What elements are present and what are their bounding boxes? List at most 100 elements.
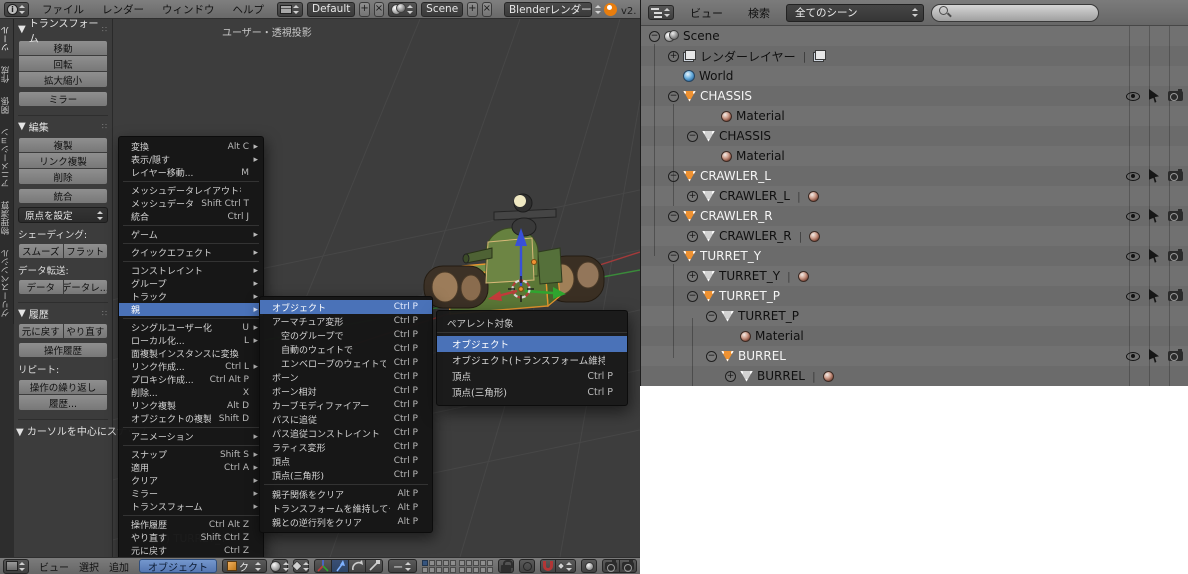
outliner-row-Material[interactable]: Material: [641, 106, 1188, 126]
layer-cell[interactable]: [459, 567, 465, 573]
parent-submenu-item-パスに追従[interactable]: パスに追従Ctrl P: [260, 412, 432, 426]
expand-icon[interactable]: +: [668, 51, 679, 62]
outliner-row-World[interactable]: World: [641, 66, 1188, 86]
tool-shelf-tab-ツール[interactable]: ツール: [0, 19, 14, 59]
object-menu-item-プロキシ作成...[interactable]: プロキシ作成...Ctrl Alt P: [119, 373, 263, 386]
parent-submenu-item-カーブモディファイアー[interactable]: カーブモディファイアーCtrl P: [260, 398, 432, 412]
parent-submenu-item-ボーン相対[interactable]: ボーン相対Ctrl P: [260, 384, 432, 398]
layer-cell[interactable]: [422, 560, 428, 566]
editor-type-button-info[interactable]: i: [4, 2, 29, 17]
outliner-row-レンダーレイヤー[interactable]: +レンダーレイヤー|: [641, 46, 1188, 66]
outliner-row-TURRET_Y[interactable]: +TURRET_Y|: [641, 266, 1188, 286]
selectability-cursor-icon[interactable]: [1149, 349, 1159, 363]
tool-button-統合[interactable]: 統合: [18, 188, 108, 204]
layer-cell[interactable]: [436, 567, 442, 573]
layer-cell[interactable]: [459, 560, 465, 566]
object-menu-item-元に戻す[interactable]: 元に戻すCtrl Z: [119, 544, 263, 557]
selectability-cursor-icon[interactable]: [1149, 89, 1159, 103]
parent-submenu-item-親との逆行列をクリア[interactable]: 親との逆行列をクリアAlt P: [260, 515, 432, 529]
manipulator-rotate-toggle[interactable]: [349, 559, 366, 573]
parent-submenu-item-ラティス変形[interactable]: ラティス変形Ctrl P: [260, 440, 432, 454]
renderability-camera-icon[interactable]: [1168, 91, 1183, 101]
collapse-icon[interactable]: −: [687, 291, 698, 302]
collapse-icon[interactable]: −: [706, 351, 717, 362]
parent-submenu-item-頂点[interactable]: 頂点Ctrl P: [260, 454, 432, 468]
object-menu-item-統合[interactable]: 統合Ctrl J: [119, 210, 263, 223]
outliner-row-TURRET_P[interactable]: −TURRET_P: [641, 286, 1188, 306]
tool-button-やり直す[interactable]: やり直す: [64, 323, 109, 339]
manipulator-toggle[interactable]: [314, 559, 332, 573]
tool-button-複製[interactable]: 複製: [18, 137, 108, 153]
menu-ファイル[interactable]: ファイル: [42, 2, 84, 17]
parent-submenu-item-頂点(三角形)[interactable]: 頂点(三角形)Ctrl P: [260, 468, 432, 482]
object-menu-item-スナップ[interactable]: スナップShift S▸: [119, 448, 263, 461]
view3d-menu-追加[interactable]: 追加: [109, 559, 129, 574]
tool-dropdown-原点を設定[interactable]: 原点を設定: [18, 207, 108, 223]
visibility-eye-icon[interactable]: [1126, 292, 1140, 301]
opengl-render-button[interactable]: [602, 559, 620, 573]
lock-to-scene-button[interactable]: [498, 559, 514, 573]
parent-submenu-item-トランスフォームを維持してクリア[interactable]: トランスフォームを維持してクリアAlt P: [260, 501, 432, 515]
view3d-menu-選択[interactable]: 選択: [79, 559, 99, 574]
visibility-eye-icon[interactable]: [1126, 172, 1140, 181]
parent-submenu-item-ボーン[interactable]: ボーンCtrl P: [260, 370, 432, 384]
outliner-row-Scene[interactable]: −Scene: [641, 26, 1188, 46]
panel-header[interactable]: ▼トランスフォーム∷: [18, 22, 108, 37]
add-layout-button[interactable]: +: [359, 2, 369, 17]
tool-shelf-tab-グリースペンシル[interactable]: グリースペンシル: [0, 242, 14, 324]
tool-button-フラット[interactable]: フラット: [64, 243, 109, 259]
outliner-row-Material[interactable]: Material: [641, 326, 1188, 346]
object-menu-item-面複製インスタンスに変換[interactable]: 面複製インスタンスに変換: [119, 347, 263, 360]
renderability-camera-icon[interactable]: [1168, 351, 1183, 361]
selectability-cursor-icon[interactable]: [1149, 209, 1159, 223]
tool-button-元に戻す[interactable]: 元に戻す: [18, 323, 64, 339]
object-menu-item-リンク作成...[interactable]: リンク作成...Ctrl L▸: [119, 360, 263, 373]
delete-scene-button[interactable]: ×: [482, 2, 492, 17]
tool-button-リンク複製[interactable]: リンク複製: [18, 153, 108, 169]
screen-layout-selector[interactable]: Default: [307, 2, 355, 17]
delete-layout-button[interactable]: ×: [374, 2, 384, 17]
object-menu-item-グループ[interactable]: グループ▸: [119, 277, 263, 290]
layer-cell[interactable]: [466, 567, 472, 573]
proportional-edit-button[interactable]: [519, 559, 535, 573]
snap-toggle-button[interactable]: [540, 559, 556, 573]
layer-cell[interactable]: [429, 567, 435, 573]
editor-type-button-outliner[interactable]: [648, 5, 674, 20]
renderability-camera-icon[interactable]: [1168, 251, 1183, 261]
scene-selector[interactable]: Scene: [421, 2, 463, 17]
manipulator-scale-toggle[interactable]: [366, 559, 383, 573]
object-menu-item-表示/隠す[interactable]: 表示/隠す▸: [119, 153, 263, 166]
object-menu-item-トラック[interactable]: トラック▸: [119, 290, 263, 303]
panel-header[interactable]: ▼履歴∷: [18, 306, 108, 321]
tool-shelf-tab-作成[interactable]: 作成: [0, 59, 14, 90]
visibility-eye-icon[interactable]: [1126, 252, 1140, 261]
object-menu-item-トランスフォーム[interactable]: トランスフォーム▸: [119, 500, 263, 513]
object-menu-item-やり直す[interactable]: やり直すShift Ctrl Z: [119, 531, 263, 544]
outliner-row-TURRET_P[interactable]: −TURRET_P: [641, 306, 1188, 326]
tool-shelf-tab-アニメーション[interactable]: アニメーション: [0, 121, 14, 195]
outliner-row-CHASSIS[interactable]: −CHASSIS: [641, 126, 1188, 146]
pivot-point-selector[interactable]: [293, 559, 309, 573]
layer-cell[interactable]: [436, 560, 442, 566]
menu-ヘルプ[interactable]: ヘルプ: [233, 2, 265, 17]
collapse-icon[interactable]: −: [668, 211, 679, 222]
menu-レンダー[interactable]: レンダー: [102, 2, 144, 17]
tool-button-データ[interactable]: データ: [18, 279, 64, 295]
tool-button-操作履歴[interactable]: 操作履歴: [18, 342, 108, 358]
outliner-row-BURREL[interactable]: −BURREL: [641, 346, 1188, 366]
object-menu-item-親[interactable]: 親▸: [119, 303, 263, 316]
tool-button-削除[interactable]: 削除: [18, 169, 108, 185]
scene-icon-button[interactable]: [388, 2, 417, 17]
view3d-menu-ビュー[interactable]: ビュー: [39, 559, 69, 574]
visibility-eye-icon[interactable]: [1126, 92, 1140, 101]
object-menu-item-オブジェクトの複製[interactable]: オブジェクトの複製Shift D: [119, 412, 263, 425]
layer-cell[interactable]: [429, 560, 435, 566]
outliner-row-BURREL[interactable]: +BURREL|: [641, 366, 1188, 386]
collapse-icon[interactable]: −: [668, 171, 679, 182]
object-menu-item-クイックエフェクト[interactable]: クイックエフェクト▸: [119, 246, 263, 259]
tool-button-データレ...[interactable]: データレ...: [64, 279, 109, 295]
object-menu-item-リンク複製[interactable]: リンク複製Alt D: [119, 399, 263, 412]
layer-cell[interactable]: [473, 567, 479, 573]
layer-cell[interactable]: [422, 567, 428, 573]
viewport-shading-selector[interactable]: [272, 559, 288, 573]
